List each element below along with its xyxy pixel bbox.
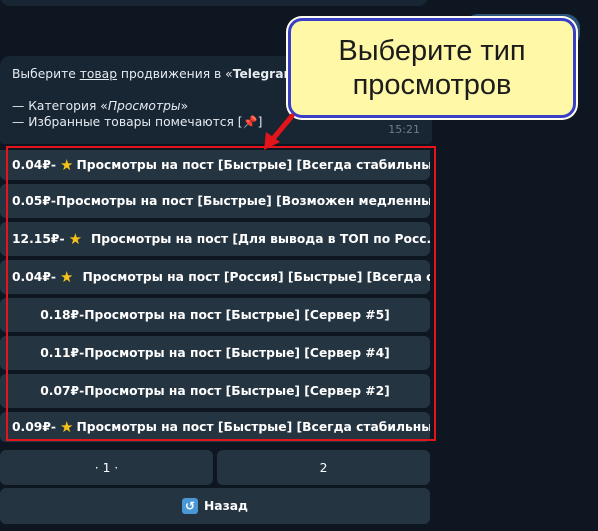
pushpin-icon: 📌 xyxy=(242,115,258,129)
annotation-arrow-icon xyxy=(264,113,295,150)
product-button[interactable]: 0.07₽ - Просмотры на пост [Быстрые] [Сер… xyxy=(0,374,430,408)
product-price: 0.07₽ xyxy=(40,384,80,398)
back-button[interactable]: ↺ Назад xyxy=(0,488,430,524)
star-icon: ★ xyxy=(60,268,74,286)
page-1-button[interactable]: · 1 · xyxy=(0,450,213,485)
product-label: Просмотры на пост [Быстрые] [Всегда стаб… xyxy=(76,420,430,434)
star-icon: ★ xyxy=(68,230,83,248)
product-price: 12.15₽ xyxy=(12,232,60,246)
product-button[interactable]: 0.04₽ - ★ Просмотры на пост [Россия] [Быс… xyxy=(0,260,430,294)
page-2-button[interactable]: 2 xyxy=(217,450,430,485)
back-arrow-icon: ↺ xyxy=(182,498,199,514)
product-price: 0.04₽ xyxy=(12,270,51,284)
product-button[interactable]: 0.18₽ - Просмотры на пост [Быстрые] [Сер… xyxy=(0,298,430,332)
previous-message-bubble xyxy=(0,0,428,6)
product-button[interactable]: 0.11₽ - Просмотры на пост [Быстрые] [Сер… xyxy=(0,336,430,370)
product-label: Просмотры на пост [Быстрые] [Всегда стаб… xyxy=(76,158,430,172)
star-icon: ★ xyxy=(60,418,74,436)
callout-text: Выберите тип просмотров xyxy=(338,35,526,101)
product-link[interactable]: товар xyxy=(80,67,117,81)
star-icon: ★ xyxy=(60,156,74,174)
product-button[interactable]: 0.09₽ - ★ Просмотры на пост [Быстрые] [Вс… xyxy=(0,412,430,442)
product-button[interactable]: 0.05₽ - Просмотры на пост [Быстрые] [Воз… xyxy=(0,184,430,218)
product-label: Просмотры на пост [Быстрые] [Сервер #4] xyxy=(84,346,390,360)
product-button[interactable]: 0.04₽ - ★ Просмотры на пост [Быстрые] [Вс… xyxy=(0,150,430,180)
product-label: Просмотры на пост [Быстрые] [Сервер #2] xyxy=(84,384,390,398)
product-label: Просмотры на пост [Быстрые] [Сервер #5] xyxy=(84,308,390,322)
product-price: 0.18₽ xyxy=(40,308,80,322)
product-label: Просмотры на пост [Для вывода в ТОП по Р… xyxy=(91,232,430,246)
product-price: 0.09₽ xyxy=(12,420,51,434)
product-price: 0.05₽ xyxy=(12,194,51,208)
product-label: Просмотры на пост [Россия] [Быстрые] [Вс… xyxy=(82,270,430,284)
product-button[interactable]: 12.15₽ - ★ Просмотры на пост [Для вывода … xyxy=(0,222,430,256)
product-price: 0.04₽ xyxy=(12,158,51,172)
message-time: 15:21 xyxy=(388,123,420,136)
annotation-callout: Выберите тип просмотров xyxy=(288,18,576,118)
product-price: 0.11₽ xyxy=(40,346,80,360)
product-label: Просмотры на пост [Быстрые] [Возможен ме… xyxy=(56,194,430,208)
